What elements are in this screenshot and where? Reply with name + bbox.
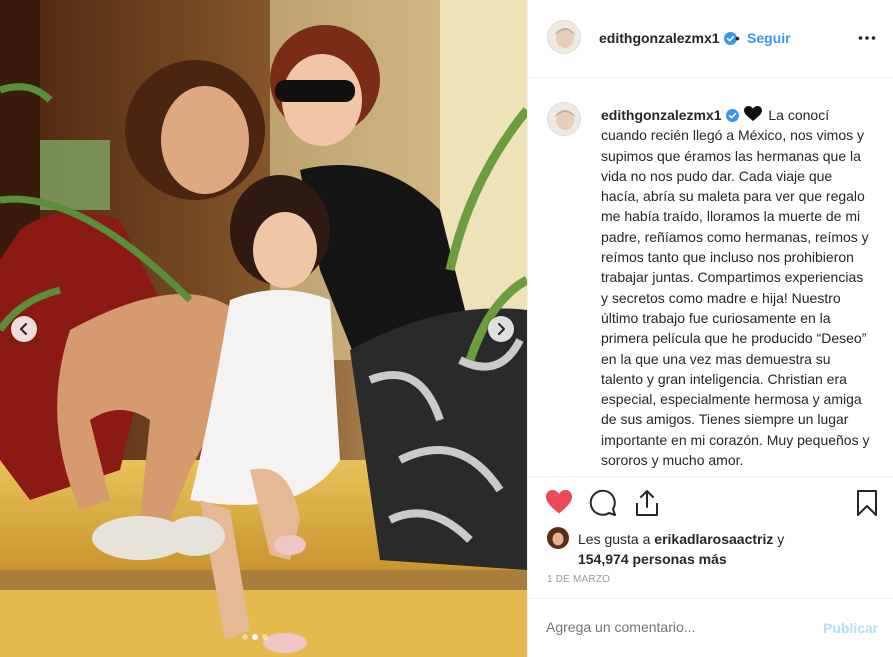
carousel-dot-active <box>252 634 258 640</box>
heart-filled-icon <box>546 490 572 514</box>
likes-prefix: Les gusta a <box>578 531 655 547</box>
post-photo[interactable] <box>0 0 527 657</box>
caption-text: La conocí cuando recién llegó a México, … <box>601 107 870 469</box>
comment-bubble-icon <box>589 489 616 516</box>
share-upload-icon <box>636 490 658 516</box>
follow-button[interactable]: Seguir <box>747 30 791 46</box>
liker-avatar[interactable] <box>547 527 569 549</box>
carousel-next-button[interactable] <box>488 316 514 342</box>
avatar-image <box>547 527 569 549</box>
avatar-image <box>548 103 580 135</box>
chevron-right-icon <box>498 323 505 335</box>
verified-badge-icon <box>725 109 739 122</box>
caption-username[interactable]: edithgonzalezmx1 <box>601 107 739 123</box>
comment-input[interactable] <box>546 619 796 635</box>
carousel-dot <box>242 634 248 640</box>
more-options-button[interactable] <box>858 28 876 53</box>
share-button[interactable] <box>634 489 660 522</box>
post-header: edithgonzalezmx1 • Seguir <box>528 0 893 78</box>
save-bookmark-button[interactable] <box>856 489 878 522</box>
likes-count[interactable]: 154,974 personas más <box>578 551 727 567</box>
author-username[interactable]: edithgonzalezmx1 <box>599 30 737 46</box>
more-options-icon <box>858 36 876 40</box>
black-heart-emoji-icon <box>744 106 763 121</box>
comment-button[interactable] <box>589 489 617 522</box>
photo-image <box>0 0 527 657</box>
likes-joiner: y <box>773 531 785 547</box>
bookmark-icon <box>857 490 877 516</box>
caption-author-avatar[interactable] <box>547 102 581 136</box>
like-button[interactable] <box>545 489 573 520</box>
post-sidebar: edithgonzalezmx1 • Seguir edithgonzalezm… <box>527 0 893 657</box>
comment-bar: Publicar <box>528 598 893 657</box>
publish-button[interactable]: Publicar <box>823 620 878 636</box>
follow-separator: • <box>735 30 740 46</box>
liker-username[interactable]: erikadlarosaactriz <box>654 531 773 547</box>
author-avatar[interactable] <box>547 20 581 54</box>
post-caption: edithgonzalezmx1 La conocí cuando recién… <box>601 105 871 470</box>
chevron-left-icon <box>20 323 27 335</box>
caption-section: edithgonzalezmx1 La conocí cuando recién… <box>528 78 893 476</box>
likes-text: Les gusta a erikadlarosaactriz y 154,974… <box>578 529 878 569</box>
carousel-prev-button[interactable] <box>11 316 37 342</box>
avatar-image <box>548 21 580 53</box>
carousel-dot <box>262 634 268 640</box>
carousel-indicator <box>242 634 268 640</box>
post-actions: Les gusta a erikadlarosaactriz y 154,974… <box>528 476 893 594</box>
post-date[interactable]: 1 DE MARZO <box>547 574 610 585</box>
